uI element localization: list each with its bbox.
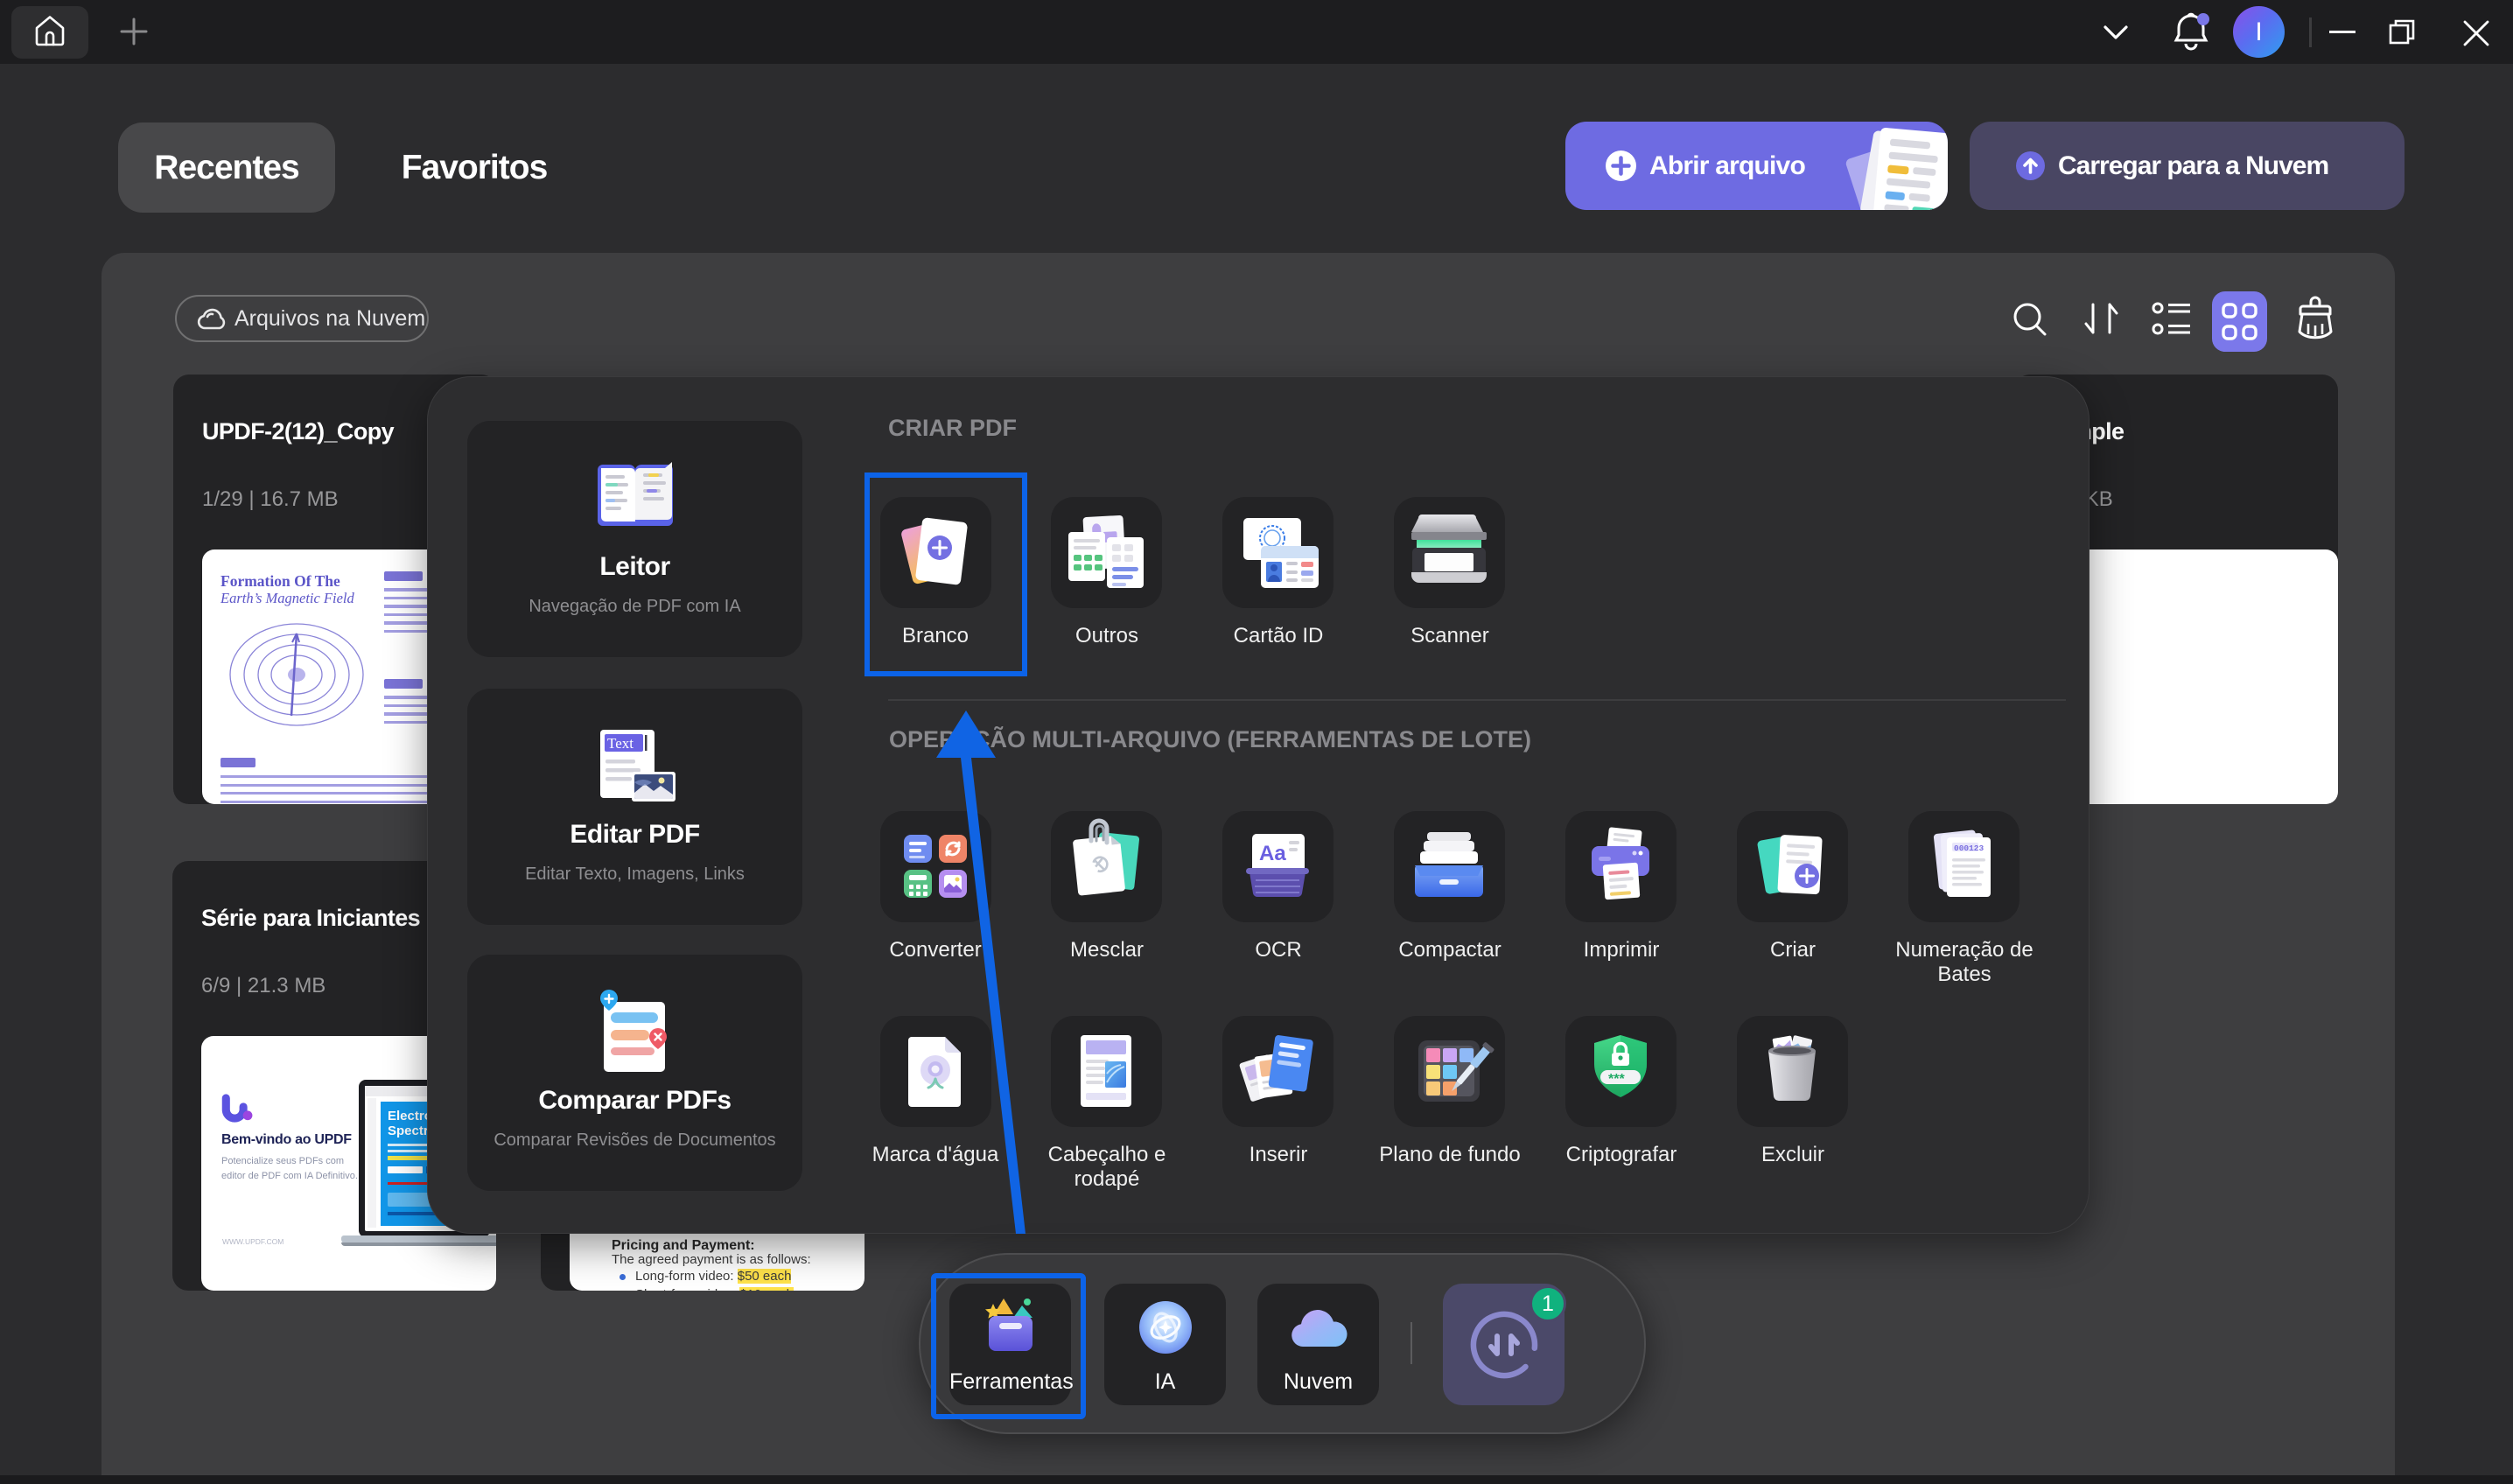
- svg-text:***: ***: [1608, 1072, 1625, 1087]
- svg-text:000123: 000123: [1954, 844, 1984, 853]
- svg-text:Text: Text: [607, 735, 634, 752]
- svg-text:Aa: Aa: [1259, 842, 1286, 865]
